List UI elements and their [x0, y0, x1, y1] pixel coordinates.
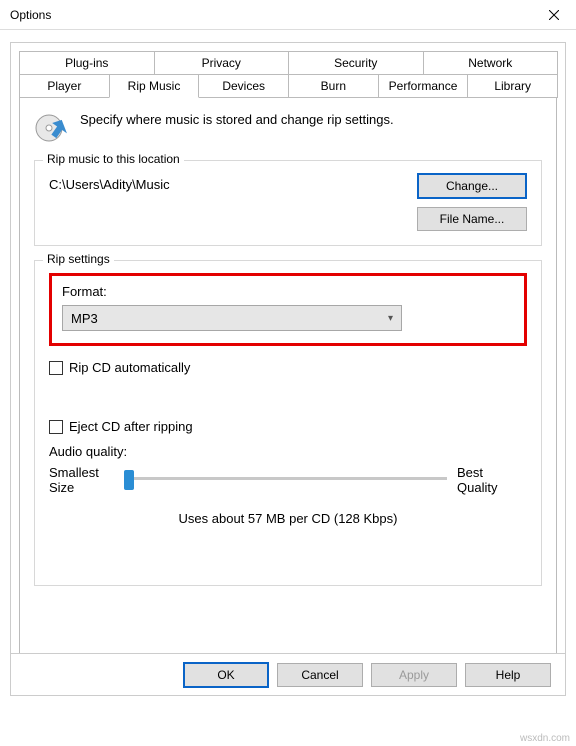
ok-button[interactable]: OK [183, 662, 269, 688]
eject-row[interactable]: Eject CD after ripping [49, 419, 527, 434]
tab-panel-rip-music: Specify where music is stored and change… [19, 97, 557, 673]
close-button[interactable] [531, 0, 576, 30]
aq-min-label: Smallest Size [49, 465, 119, 495]
slider-thumb[interactable] [124, 470, 134, 490]
tab-row-bottom: Player Rip Music Devices Burn Performanc… [19, 74, 557, 98]
format-label: Format: [62, 284, 514, 299]
group-rip-location: Rip music to this location C:\Users\Adit… [34, 160, 542, 246]
help-button[interactable]: Help [465, 663, 551, 687]
group-rip-settings-title: Rip settings [43, 252, 114, 266]
cd-rip-icon [34, 110, 70, 146]
tab-network[interactable]: Network [423, 51, 559, 74]
panel-description: Specify where music is stored and change… [80, 110, 394, 127]
eject-checkbox[interactable] [49, 420, 63, 434]
format-highlight: Format: MP3 ▾ [49, 273, 527, 346]
group-rip-location-title: Rip music to this location [43, 152, 184, 166]
change-button[interactable]: Change... [417, 173, 527, 199]
aq-max-label: Best Quality [457, 465, 527, 495]
tab-devices[interactable]: Devices [198, 74, 289, 98]
group-rip-settings: Rip settings Format: MP3 ▾ Rip CD automa… [34, 260, 542, 586]
dialog-footer: OK Cancel Apply Help [11, 653, 565, 695]
format-value: MP3 [71, 311, 98, 326]
audio-quality-info: Uses about 57 MB per CD (128 Kbps) [49, 511, 527, 526]
audio-quality-label: Audio quality: [49, 444, 527, 459]
window-title: Options [10, 8, 531, 22]
format-dropdown[interactable]: MP3 ▾ [62, 305, 402, 331]
tab-security[interactable]: Security [288, 51, 424, 74]
rip-auto-label: Rip CD automatically [69, 360, 190, 375]
close-icon [549, 10, 559, 20]
file-name-button[interactable]: File Name... [417, 207, 527, 231]
titlebar: Options [0, 0, 576, 30]
tab-plugins[interactable]: Plug-ins [19, 51, 155, 74]
tab-row-top: Plug-ins Privacy Security Network [19, 51, 557, 74]
panel-header: Specify where music is stored and change… [34, 110, 542, 146]
tab-privacy[interactable]: Privacy [154, 51, 290, 74]
rip-auto-checkbox[interactable] [49, 361, 63, 375]
tab-burn[interactable]: Burn [288, 74, 379, 98]
watermark: wsxdn.com [520, 733, 570, 744]
rip-location-path: C:\Users\Adity\Music [49, 173, 170, 192]
tabstrip: Plug-ins Privacy Security Network Player… [19, 51, 557, 98]
tab-library[interactable]: Library [467, 74, 558, 98]
audio-quality-section: Audio quality: Smallest Size Best Qualit… [49, 444, 527, 526]
cancel-button[interactable]: Cancel [277, 663, 363, 687]
chevron-down-icon: ▾ [388, 313, 393, 324]
options-dialog: Plug-ins Privacy Security Network Player… [10, 42, 566, 696]
tab-performance[interactable]: Performance [378, 74, 469, 98]
eject-label: Eject CD after ripping [69, 419, 193, 434]
tab-rip-music[interactable]: Rip Music [109, 74, 200, 98]
audio-quality-slider[interactable] [129, 477, 447, 480]
tab-player[interactable]: Player [19, 74, 110, 98]
apply-button[interactable]: Apply [371, 663, 457, 687]
rip-auto-row[interactable]: Rip CD automatically [49, 360, 527, 375]
